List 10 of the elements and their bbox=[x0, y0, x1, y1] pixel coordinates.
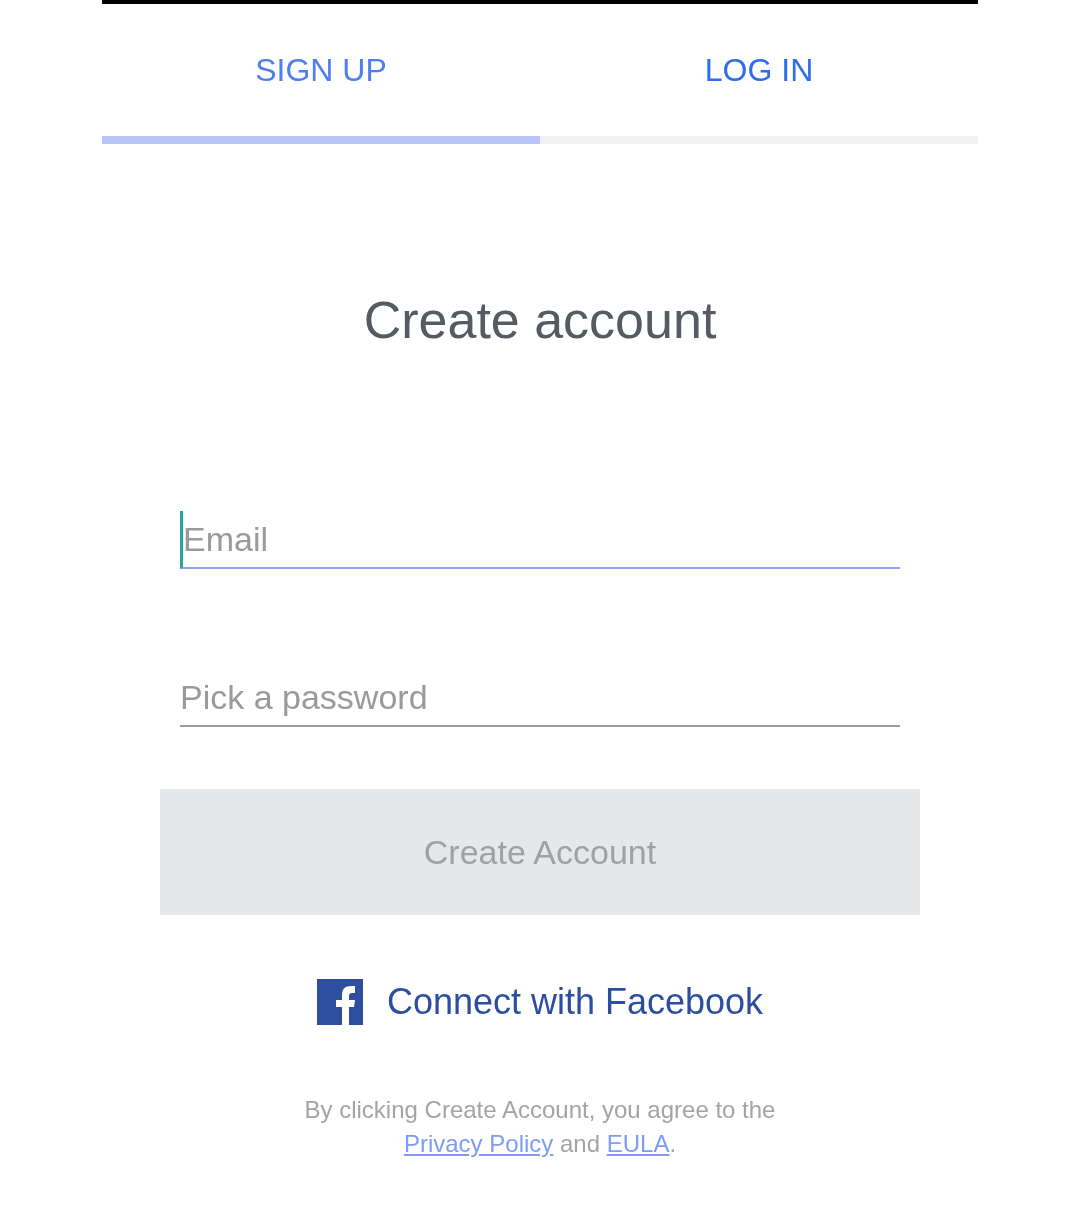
input-field[interactable]: Email bbox=[180, 511, 900, 569]
tab[interactable]: SIGN UP bbox=[102, 4, 540, 144]
terms-text: By clicking Create Account, you agree to the Privacy Policy and EULA. bbox=[303, 1095, 777, 1159]
input-field[interactable]: Pick a password bbox=[180, 669, 900, 727]
eula-link[interactable]: EULA bbox=[606, 1130, 670, 1157]
tab[interactable]: LOG IN bbox=[540, 4, 978, 144]
privacy-policy-link[interactable]: Privacy Policy bbox=[403, 1130, 554, 1157]
page-title: Create account bbox=[363, 294, 717, 346]
facebook-link[interactable]: Connect with Facebook bbox=[386, 975, 764, 1029]
facebook-icon bbox=[316, 979, 363, 1025]
